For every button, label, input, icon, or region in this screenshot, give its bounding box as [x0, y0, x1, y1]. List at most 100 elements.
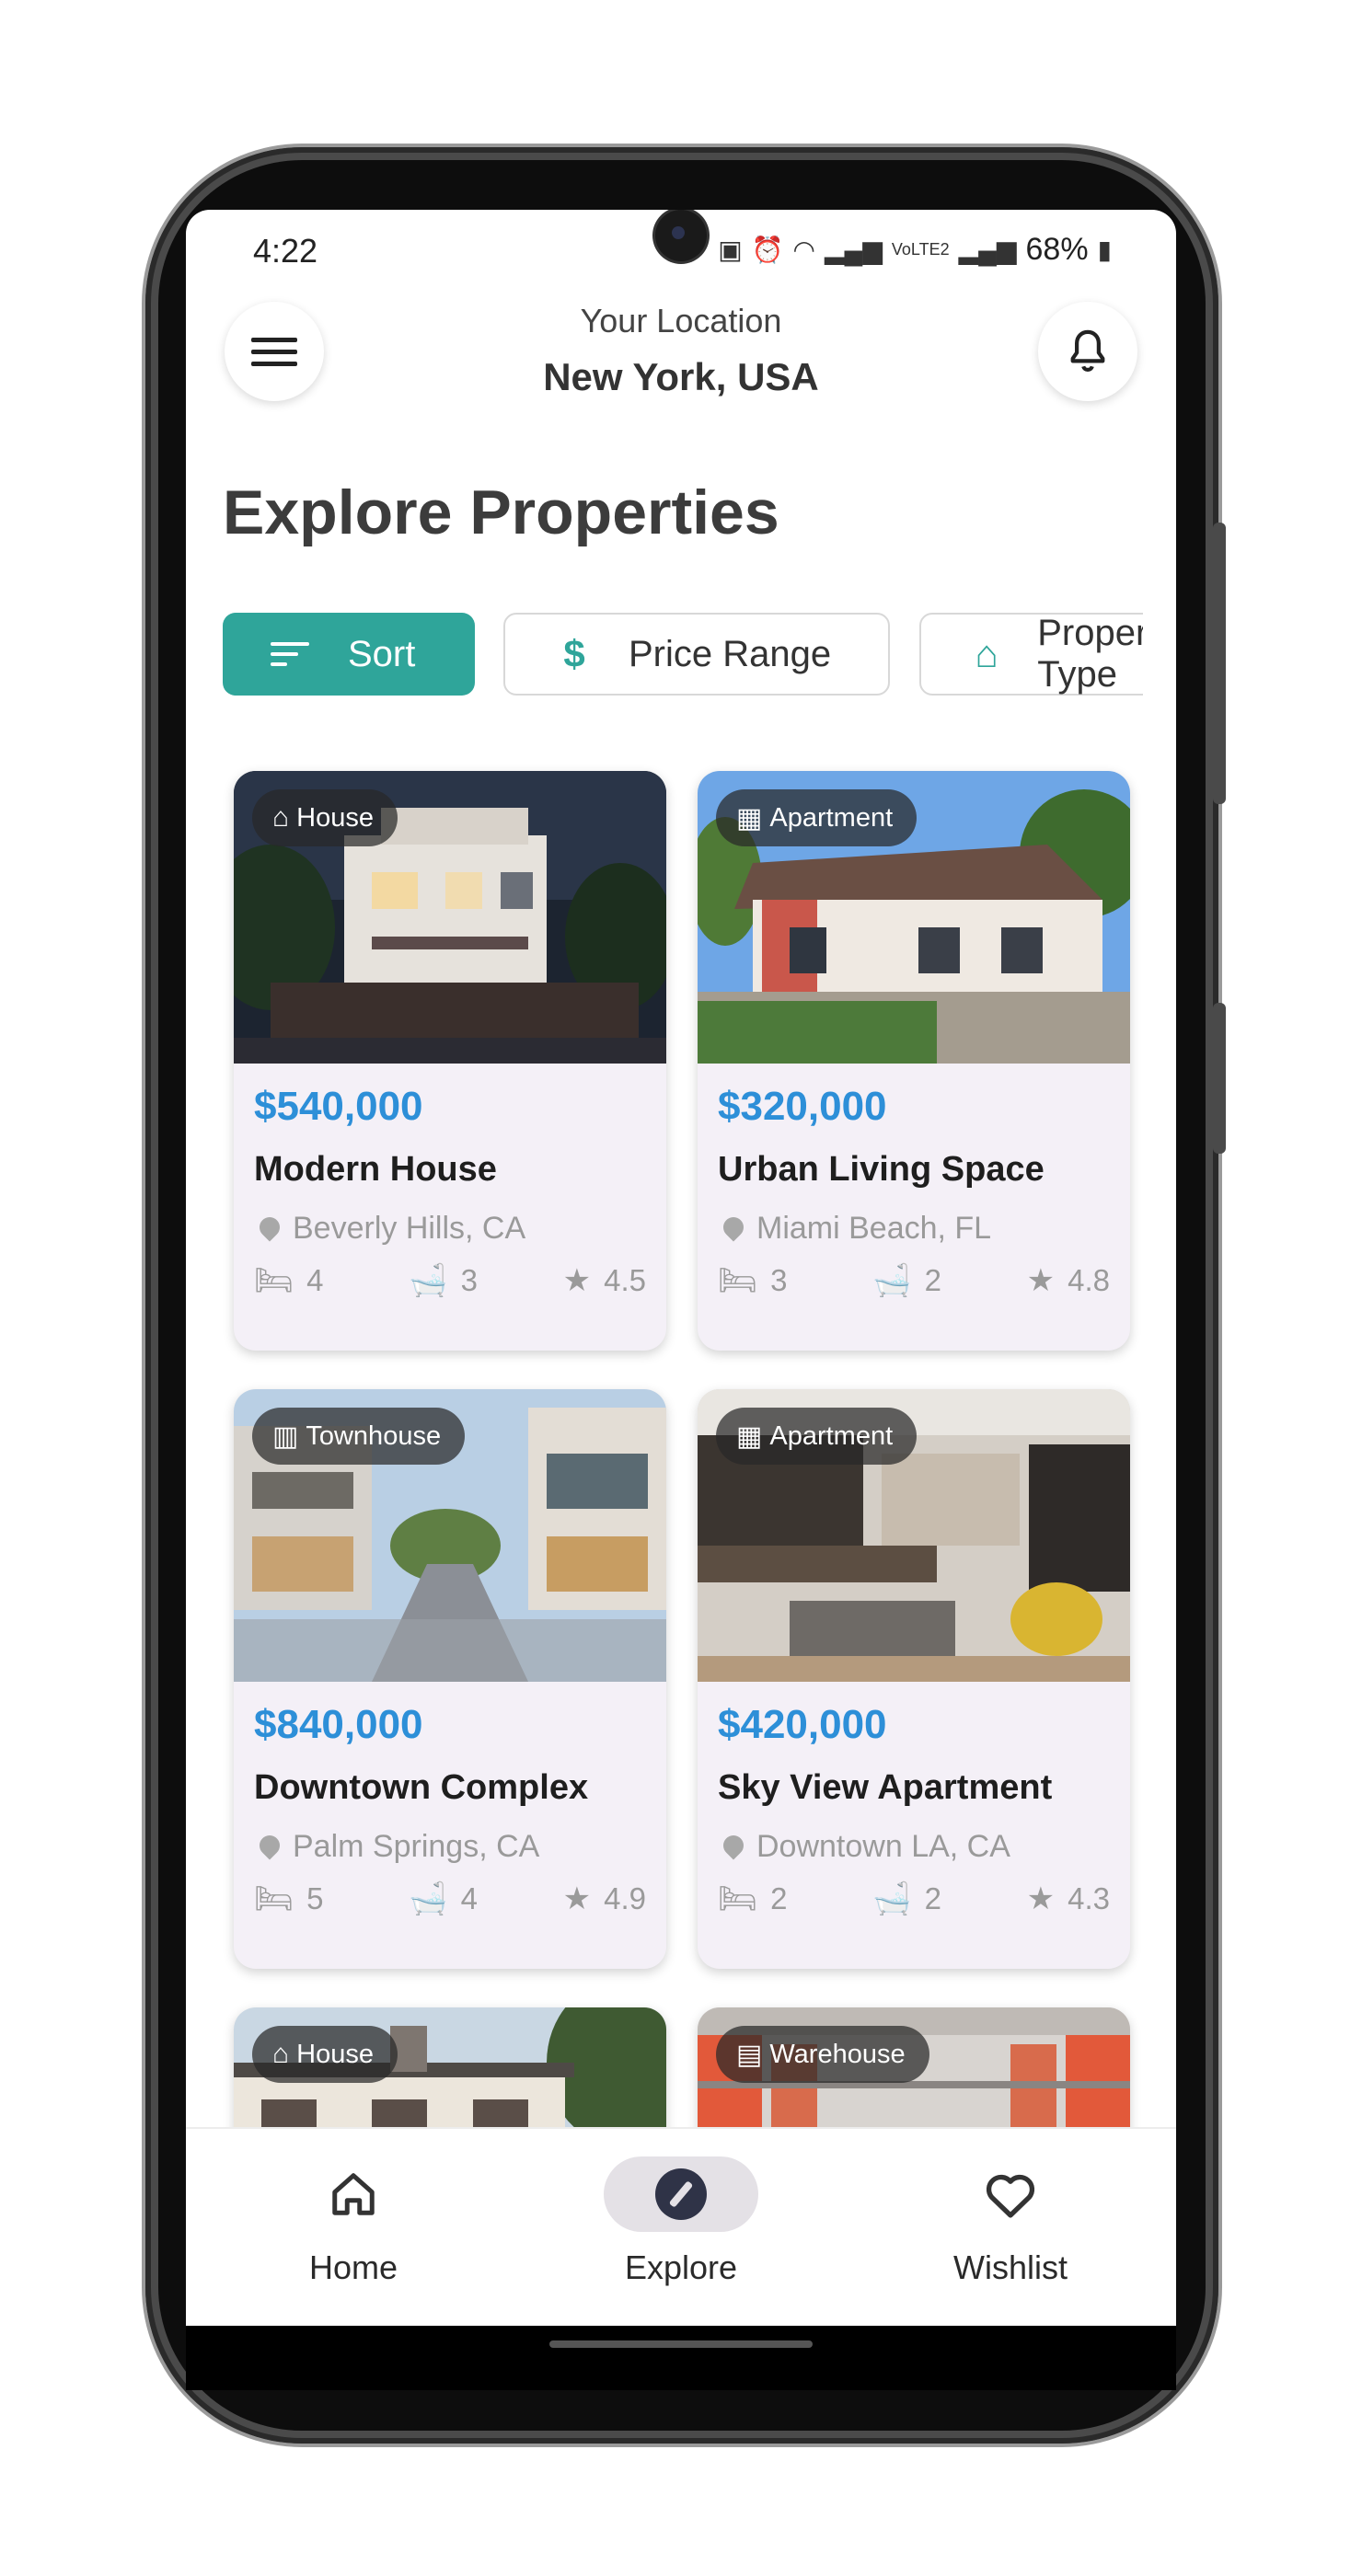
- star-icon: ★: [1026, 1263, 1056, 1298]
- location-pin-icon: [255, 1830, 284, 1860]
- nav-explore[interactable]: Explore: [561, 2156, 801, 2287]
- baths-count: 4: [460, 1881, 478, 1915]
- badge-label: Warehouse: [769, 2039, 906, 2069]
- rating-stat: ★ 4.5: [563, 1262, 646, 1299]
- bathtub-icon: 🛁: [872, 1881, 912, 1916]
- dollar-icon: $: [563, 632, 585, 675]
- house-icon: ⌂: [272, 2039, 290, 2069]
- volte-icon: VoLTE2: [891, 240, 950, 259]
- bell-icon: [1070, 329, 1105, 372]
- front-camera: [655, 210, 707, 261]
- power-button: [1213, 1003, 1226, 1154]
- property-type-label: Property Type: [1037, 613, 1143, 695]
- heart-icon: [891, 2156, 1130, 2232]
- price-range-chip[interactable]: $ Price Range: [503, 613, 890, 696]
- location-text: Downtown LA, CA: [756, 1829, 1010, 1864]
- property-stats: 🛏 3 🛁 2 ★ 4.8: [718, 1262, 1110, 1299]
- property-type-badge: ⌂ House: [252, 789, 398, 846]
- property-type-badge: ▦ Apartment: [716, 1408, 918, 1465]
- property-price: $320,000: [718, 1084, 887, 1129]
- home-indicator: [549, 2340, 813, 2348]
- beds-stat: 🛏 2: [718, 1880, 788, 1917]
- status-bar: 4:22 ▣ ⏰ ◠ ▂▄▆ VoLTE2 ▂▄▆ 68% ▮: [186, 210, 1176, 289]
- property-stats: 🛏 5 🛁 4 ★ 4.9: [254, 1880, 646, 1917]
- volume-button: [1213, 523, 1226, 804]
- property-location: Miami Beach, FL: [718, 1211, 991, 1247]
- bed-icon: 🛏: [718, 1263, 758, 1298]
- badge-label: House: [296, 2039, 374, 2069]
- property-title: Sky View Apartment: [718, 1768, 1053, 1807]
- badge-label: House: [296, 802, 374, 833]
- baths-stat: 🛁 3: [409, 1262, 478, 1299]
- rating-value: 4.8: [1068, 1263, 1110, 1297]
- badge-label: Apartment: [769, 1420, 894, 1451]
- wifi-icon: ◠: [792, 236, 815, 264]
- property-card[interactable]: ▦ Apartment $320,000 Urban Living Space …: [698, 771, 1130, 1351]
- badge-label: Apartment: [769, 802, 894, 833]
- property-location: Palm Springs, CA: [254, 1829, 539, 1865]
- beds-stat: 🛏 3: [718, 1262, 788, 1299]
- sort-chip[interactable]: Sort: [223, 613, 475, 696]
- property-stats: 🛏 4 🛁 3 ★ 4.5: [254, 1262, 646, 1299]
- star-icon: ★: [562, 1881, 592, 1916]
- baths-stat: 🛁 2: [872, 1262, 941, 1299]
- warehouse-icon: ▤: [736, 2039, 763, 2070]
- baths-count: 2: [924, 1881, 941, 1915]
- status-icons: ▣ ⏰ ◠ ▂▄▆ VoLTE2 ▂▄▆ 68% ▮: [718, 232, 1112, 268]
- rating-stat: ★ 4.3: [1027, 1880, 1110, 1917]
- rating-value: 4.9: [604, 1881, 646, 1915]
- notifications-button[interactable]: [1038, 302, 1137, 401]
- beds-stat: 🛏 5: [254, 1880, 324, 1917]
- rating-value: 4.3: [1068, 1881, 1110, 1915]
- filter-chips: Sort $ Price Range ⌂ Property Type: [223, 613, 1143, 696]
- baths-stat: 🛁 4: [409, 1880, 478, 1917]
- nav-wishlist[interactable]: Wishlist: [891, 2156, 1130, 2287]
- signal-icon: ▂▄▆: [824, 236, 883, 264]
- property-type-chip[interactable]: ⌂ Property Type: [919, 613, 1143, 696]
- location-text: Miami Beach, FL: [756, 1211, 992, 1246]
- location-label: Your Location: [580, 302, 782, 339]
- battery-percent: 68%: [1025, 232, 1089, 267]
- home-outline-icon: ⌂: [975, 632, 998, 675]
- building-icon: ▦: [736, 1420, 763, 1452]
- bathtub-icon: 🛁: [409, 1881, 448, 1916]
- property-card[interactable]: ⌂ House $540,000 Modern House Beverly Hi…: [234, 771, 666, 1351]
- bed-icon: 🛏: [718, 1881, 758, 1916]
- baths-stat: 🛁 2: [872, 1880, 941, 1917]
- property-location: Beverly Hills, CA: [254, 1211, 525, 1247]
- property-type-badge: ▦ Apartment: [716, 789, 918, 846]
- location-pin-icon: [255, 1212, 284, 1242]
- bathtub-icon: 🛁: [872, 1263, 912, 1298]
- property-stats: 🛏 2 🛁 2 ★ 4.3: [718, 1880, 1110, 1917]
- page-title: Explore Properties: [223, 477, 779, 547]
- rating-value: 4.5: [604, 1263, 646, 1297]
- property-price: $420,000: [718, 1702, 887, 1747]
- app-screen: 4:22 ▣ ⏰ ◠ ▂▄▆ VoLTE2 ▂▄▆ 68% ▮ Your Loc…: [186, 210, 1176, 2326]
- location-city[interactable]: New York, USA: [186, 355, 1176, 399]
- beds-stat: 🛏 4: [254, 1262, 324, 1299]
- battery-icon: ▮: [1097, 236, 1112, 264]
- property-title: Modern House: [254, 1150, 497, 1189]
- house-icon: ⌂: [272, 802, 290, 833]
- building-icon: ▦: [736, 802, 763, 834]
- bottom-navigation: Home Explore Wishlist: [186, 2127, 1176, 2326]
- bottom-bezel: [186, 2326, 1176, 2390]
- beds-count: 2: [770, 1881, 788, 1915]
- property-title: Urban Living Space: [718, 1150, 1045, 1189]
- sort-icon: [271, 636, 309, 673]
- star-icon: ★: [562, 1263, 592, 1298]
- bed-icon: 🛏: [254, 1881, 294, 1916]
- property-card[interactable]: ▥ Townhouse $840,000 Downtown Complex Pa…: [234, 1389, 666, 1969]
- location-text: Beverly Hills, CA: [293, 1211, 526, 1246]
- property-price: $840,000: [254, 1702, 423, 1747]
- location-pin-icon: [719, 1212, 748, 1242]
- property-type-badge: ⌂ House: [252, 2026, 398, 2083]
- baths-count: 3: [460, 1263, 478, 1297]
- townhouse-icon: ▥: [272, 1420, 299, 1452]
- compass-icon: [655, 2168, 707, 2220]
- lock-icon: ▣: [718, 236, 743, 264]
- home-icon: [234, 2156, 473, 2232]
- property-card[interactable]: ▦ Apartment $420,000 Sky View Apartment …: [698, 1389, 1130, 1969]
- nav-wishlist-label: Wishlist: [953, 2248, 1068, 2286]
- nav-home[interactable]: Home: [234, 2156, 473, 2287]
